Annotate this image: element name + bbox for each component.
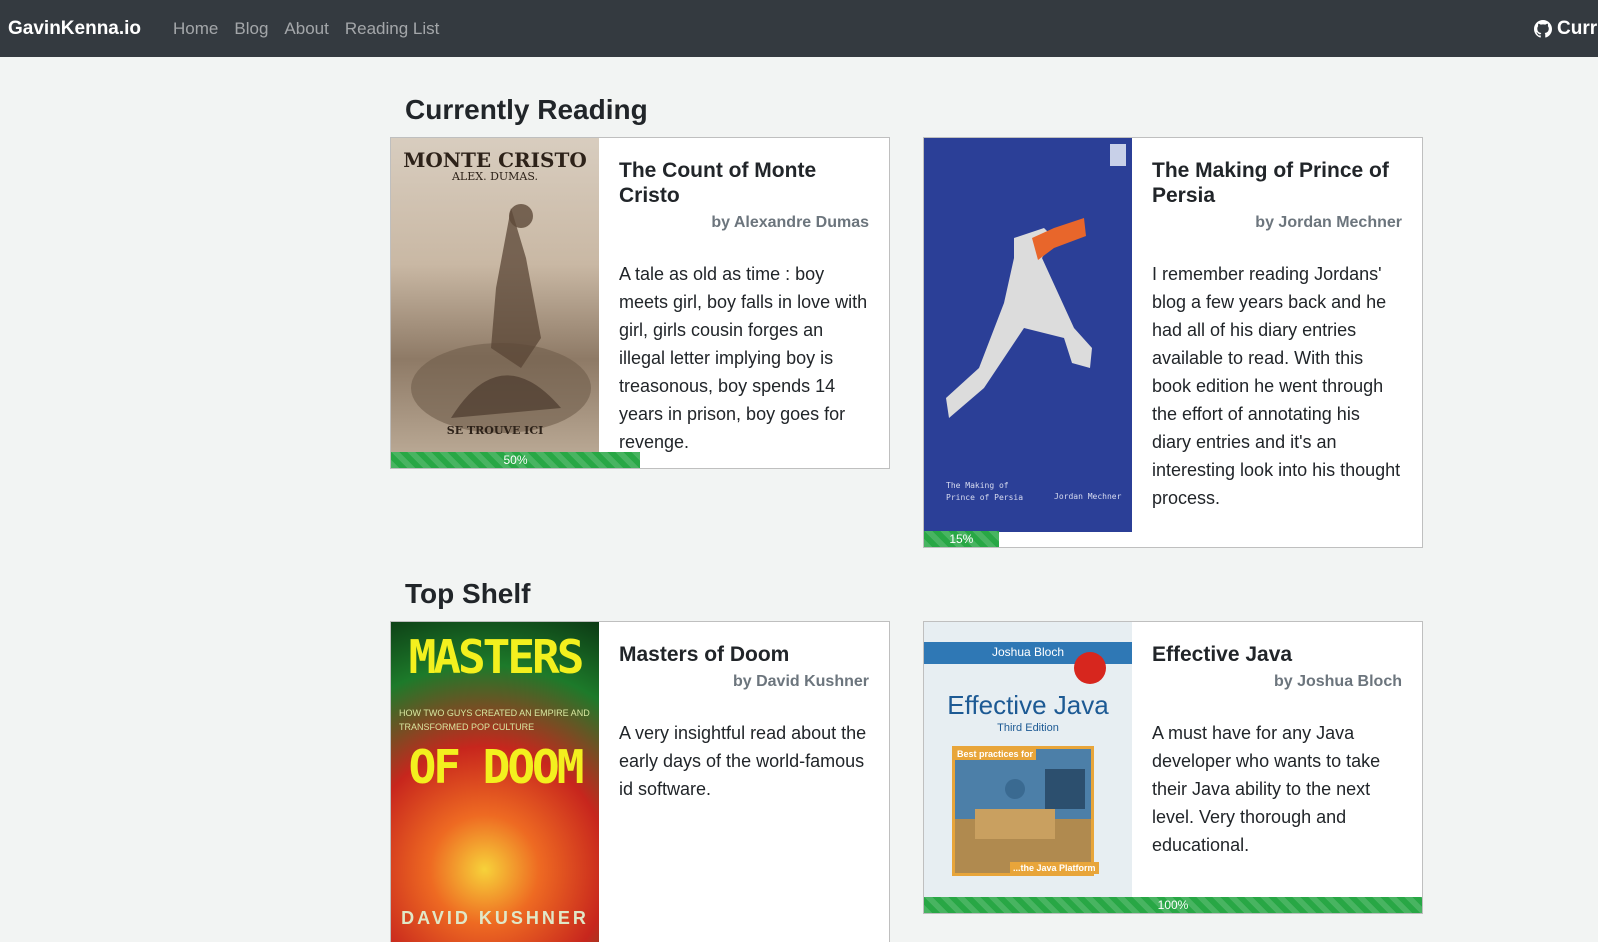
cover-subtitle-text: HOW TWO GUYS CREATED AN EMPIRE AND TRANS…	[399, 708, 590, 732]
nav-link-reading-list[interactable]: Reading List	[337, 19, 448, 39]
nav-link-blog[interactable]: Blog	[226, 19, 276, 39]
cover-tag-text: Best practices for	[954, 748, 1037, 760]
book-author: by Alexandre Dumas	[711, 214, 869, 231]
progress-bar: 15%	[924, 531, 999, 547]
book-card[interactable]: MONTE CRISTO ALEX. DUMAS. SE TROUVE ICI …	[390, 137, 890, 469]
cover-author-text: ALEX. DUMAS.	[451, 170, 539, 183]
java-cover-art	[955, 769, 1091, 873]
cover-title-text-2: OF DOOM	[408, 740, 585, 794]
cover-edition-text: Third Edition	[997, 722, 1059, 734]
cover-footer-text: ...the Java Platform	[1010, 862, 1099, 874]
progress-bar: 100%	[924, 897, 1422, 913]
book-title[interactable]: Effective Java	[1152, 642, 1402, 667]
book-title[interactable]: The Count of Monte Cristo	[619, 158, 869, 208]
github-icon	[1534, 19, 1552, 38]
book-description: A tale as old as time : boy meets girl, …	[619, 264, 868, 452]
cover-author-text: Jordan Mechner	[1054, 492, 1122, 501]
cover-badge	[1074, 652, 1106, 684]
book-card[interactable]: MASTERS HOW TWO GUYS CREATED AN EMPIRE A…	[390, 621, 890, 942]
github-link[interactable]: Curr	[1534, 0, 1597, 57]
card-body: Effective Java by Joshua Bloch A must ha…	[1152, 622, 1402, 859]
book-card[interactable]: Joshua Bloch Effective Java Third Editio…	[923, 621, 1423, 914]
progress: 100%	[924, 897, 1422, 913]
book-card[interactable]: The Making of Prince of Persia Jordan Me…	[923, 137, 1423, 548]
book-cover-image: MASTERS HOW TWO GUYS CREATED AN EMPIRE A…	[391, 622, 599, 942]
cover-author-text: DAVID KUSHNER	[401, 908, 589, 928]
monte-cristo-cover-art	[411, 204, 591, 433]
section-title-currently-reading: Currently Reading	[405, 94, 648, 125]
book-cover-image: The Making of Prince of Persia Jordan Me…	[924, 138, 1132, 532]
card-body: Masters of Doom by David Kushner A very …	[619, 622, 869, 803]
nav-link-about[interactable]: About	[276, 19, 336, 39]
progress: 50%	[391, 452, 889, 468]
book-title[interactable]: Masters of Doom	[619, 642, 869, 667]
card-body: The Count of Monte Cristo by Alexandre D…	[619, 138, 869, 456]
nav-right-label: Curr	[1557, 17, 1598, 39]
book-title[interactable]: The Making of Prince of Persia	[1152, 158, 1402, 208]
prince-of-persia-cover-art	[946, 144, 1126, 418]
brand-link[interactable]: GavinKenna.io	[8, 18, 141, 40]
book-cover-image: Joshua Bloch Effective Java Third Editio…	[924, 622, 1132, 898]
book-cover-image: MONTE CRISTO ALEX. DUMAS. SE TROUVE ICI	[391, 138, 599, 454]
progress: 15%	[924, 531, 1422, 547]
progress-bar: 50%	[391, 452, 640, 468]
section-title-top-shelf: Top Shelf	[405, 578, 531, 609]
book-author: by David Kushner	[732, 673, 869, 690]
cover-title-text: MONTE CRISTO	[403, 148, 587, 172]
card-body: The Making of Prince of Persia by Jordan…	[1152, 138, 1402, 512]
book-description: I remember reading Jordans' blog a few y…	[1152, 264, 1401, 508]
book-author: by Joshua Bloch	[1273, 673, 1402, 690]
navbar: GavinKenna.io Home Blog About Reading Li…	[0, 0, 1598, 57]
book-description: A very insightful read about the early d…	[619, 723, 867, 799]
cover-title-text: MASTERS	[408, 630, 585, 684]
book-author: by Jordan Mechner	[1255, 214, 1402, 231]
cover-illustration	[952, 746, 1094, 876]
cover-title-text: Effective Java	[947, 690, 1109, 720]
cover-footer-text: SE TROUVE ICI	[446, 424, 544, 437]
cover-title-text: The Making of Prince of Persia	[946, 481, 1024, 502]
nav-link-home[interactable]: Home	[165, 19, 226, 39]
book-description: A must have for any Java developer who w…	[1152, 723, 1381, 855]
